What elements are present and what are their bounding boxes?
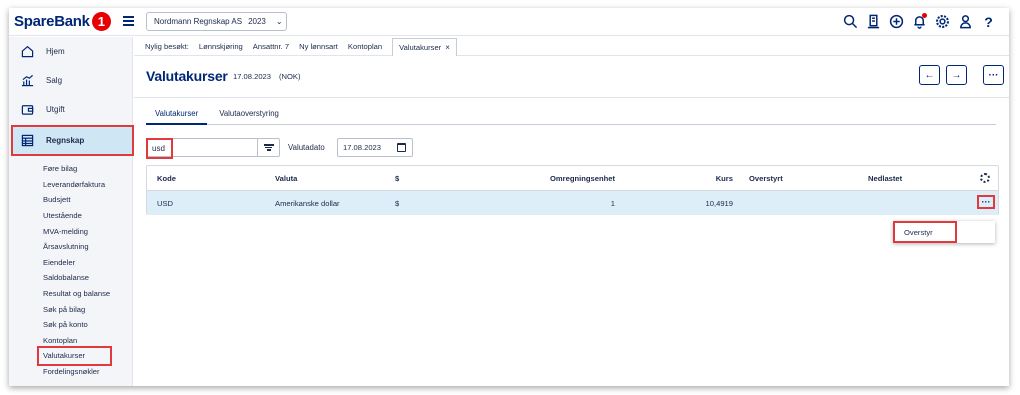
col-kurs[interactable]: Kurs	[627, 166, 733, 190]
menu-icon[interactable]	[123, 16, 134, 26]
building-icon[interactable]	[865, 12, 882, 31]
table-row[interactable]: USD Amerikanske dollar $ 1 10,4919 ···	[147, 191, 998, 215]
sidebar-subitem-utestaende[interactable]: Utestående	[43, 208, 110, 224]
notification-dot	[922, 13, 927, 18]
sidebar-item-label: Hjem	[46, 47, 65, 56]
more-options-button[interactable]: ···	[983, 65, 1004, 85]
sidebar: Hjem Salg Utgift Regnskap Føre bilag Lev…	[9, 37, 134, 386]
valutadato-value: 17.08.2023	[343, 143, 382, 152]
sidebar-item-label: Regnskap	[46, 136, 85, 145]
chart-icon	[20, 74, 34, 87]
sidebar-subitem-budsjett[interactable]: Budsjett	[43, 192, 110, 208]
search-value[interactable]: usd	[146, 138, 173, 159]
sidebar-item-salg[interactable]: Salg	[12, 66, 133, 95]
cell-omregningsenhet: 1	[610, 198, 615, 208]
sidebar-subitem-fore-bilag[interactable]: Føre bilag	[43, 161, 110, 177]
close-icon[interactable]: ×	[445, 43, 450, 52]
brand-name: SpareBank	[14, 13, 90, 30]
filter-icon[interactable]	[257, 139, 279, 156]
home-icon	[20, 45, 34, 58]
page-currency: (NOK)	[279, 72, 301, 81]
top-bar: SpareBank 1 Nordmann Regnskap AS 2023 ⌄	[9, 8, 1009, 36]
sparebank-logo[interactable]: SpareBank 1	[14, 12, 111, 31]
recent-tabs-bar: Nylig besøkt: Lønnskjøring Ansattnr. 7 N…	[134, 37, 1009, 56]
sidebar-subitem-saldobalanse[interactable]: Saldobalanse	[43, 270, 110, 286]
col-omregningsenhet[interactable]: Omregningsenhet	[447, 166, 615, 190]
app-window: SpareBank 1 Nordmann Regnskap AS 2023 ⌄	[9, 8, 1009, 386]
bell-icon[interactable]	[911, 12, 928, 31]
cell-symbol: $	[395, 198, 400, 208]
row-context-menu: Overstyr	[893, 221, 995, 243]
cell-kode: USD	[157, 198, 174, 208]
calendar-icon[interactable]	[397, 143, 406, 152]
sidebar-subitem-arsavslutning[interactable]: Årsavslutning	[43, 239, 110, 255]
sidebar-item-label: Salg	[46, 76, 63, 85]
previous-button[interactable]: ←	[919, 65, 940, 85]
add-circle-icon[interactable]	[888, 12, 905, 31]
chevron-down-icon: ⌄	[275, 17, 283, 26]
user-icon[interactable]	[957, 12, 974, 31]
sidebar-subitem-leverandorfaktura[interactable]: Leverandørfaktura	[43, 177, 110, 193]
sidebar-subitem-kontoplan[interactable]: Kontoplan	[43, 333, 110, 349]
sidebar-item-hjem[interactable]: Hjem	[12, 37, 133, 66]
row-more-button[interactable]: ···	[977, 195, 995, 209]
search-input[interactable]: usd	[146, 138, 280, 159]
header-actions: ← → ···	[919, 65, 1004, 85]
company-year: 2023	[248, 17, 266, 26]
company-selector[interactable]: Nordmann Regnskap AS 2023 ⌄	[146, 12, 287, 31]
sidebar-subitem-sok-pa-konto[interactable]: Søk på konto	[43, 317, 110, 333]
recent-tab-lonnskjoring[interactable]: Lønnskjøring	[199, 42, 243, 51]
page-date: 17.08.2023	[233, 72, 272, 81]
recent-tab-ansattnr[interactable]: Ansattnr. 7	[253, 42, 289, 51]
sidebar-subitem-mva-melding[interactable]: MVA-melding	[43, 223, 110, 239]
col-nedlastet[interactable]: Nedlastet	[868, 166, 902, 190]
wallet-icon	[20, 103, 34, 116]
sidebar-item-regnskap[interactable]: Regnskap	[11, 125, 134, 156]
gear-icon[interactable]	[934, 12, 951, 31]
cell-kurs: 10,4919	[705, 198, 733, 208]
sidebar-subitem-sok-pa-bilag[interactable]: Søk på bilag	[43, 301, 110, 317]
sidebar-subitem-eiendeler[interactable]: Eiendeler	[43, 255, 110, 271]
tab-valutakurser[interactable]: Valutakurser	[146, 108, 208, 125]
recent-tab-valutakurser[interactable]: Valutakurser ×	[392, 38, 457, 56]
next-button[interactable]: →	[946, 65, 967, 85]
regnskap-submenu: Føre bilag Leverandørfaktura Budsjett Ut…	[37, 161, 112, 380]
valutadato-label: Valutadato	[288, 143, 325, 152]
tab-valutaoverstyring[interactable]: Valutaoverstyring	[210, 108, 288, 125]
ledger-icon	[20, 134, 34, 147]
valutadato-input[interactable]: 17.08.2023	[337, 138, 413, 157]
col-symbol[interactable]: $	[395, 166, 399, 190]
sidebar-item-utgift[interactable]: Utgift	[12, 95, 133, 124]
menu-item-overstyr[interactable]: Overstyr	[893, 221, 957, 243]
page-header: Valutakurser 17.08.2023 (NOK) ← → ···	[134, 56, 1009, 98]
recent-tab-label: Valutakurser	[399, 43, 442, 52]
sidebar-item-label: Utgift	[46, 105, 65, 114]
page-title: Valutakurser	[146, 68, 228, 84]
sidebar-subitem-resultat-og-balanse[interactable]: Resultat og balanse	[43, 286, 110, 302]
currency-table: Kode Valuta $ Omregningsenhet Kurs Overs…	[146, 165, 999, 215]
recent-tab-ny-lonnsart[interactable]: Ny lønnsart	[299, 42, 338, 51]
table-header: Kode Valuta $ Omregningsenhet Kurs Overs…	[147, 166, 998, 191]
cell-valuta: Amerikanske dollar	[275, 198, 340, 208]
top-icons: ?	[842, 12, 997, 31]
sidebar-subitem-fordelingsnokler[interactable]: Fordelingsnøkler	[43, 364, 110, 380]
col-kode[interactable]: Kode	[157, 166, 176, 190]
help-icon[interactable]: ?	[980, 12, 997, 31]
col-valuta[interactable]: Valuta	[275, 166, 297, 190]
recent-tab-kontoplan[interactable]: Kontoplan	[348, 42, 382, 51]
table-settings-icon[interactable]	[980, 173, 990, 183]
search-icon[interactable]	[842, 12, 859, 31]
recent-label: Nylig besøkt:	[145, 41, 189, 51]
company-name: Nordmann Regnskap AS	[154, 17, 243, 26]
help-glyph: ?	[984, 13, 993, 30]
content-tabs: Valutakurser Valutaoverstyring	[146, 108, 996, 125]
sidebar-subitem-valutakurser[interactable]: Valutakurser	[37, 346, 112, 366]
brand-badge: 1	[91, 12, 111, 31]
col-overstyrt[interactable]: Overstyrt	[749, 166, 783, 190]
